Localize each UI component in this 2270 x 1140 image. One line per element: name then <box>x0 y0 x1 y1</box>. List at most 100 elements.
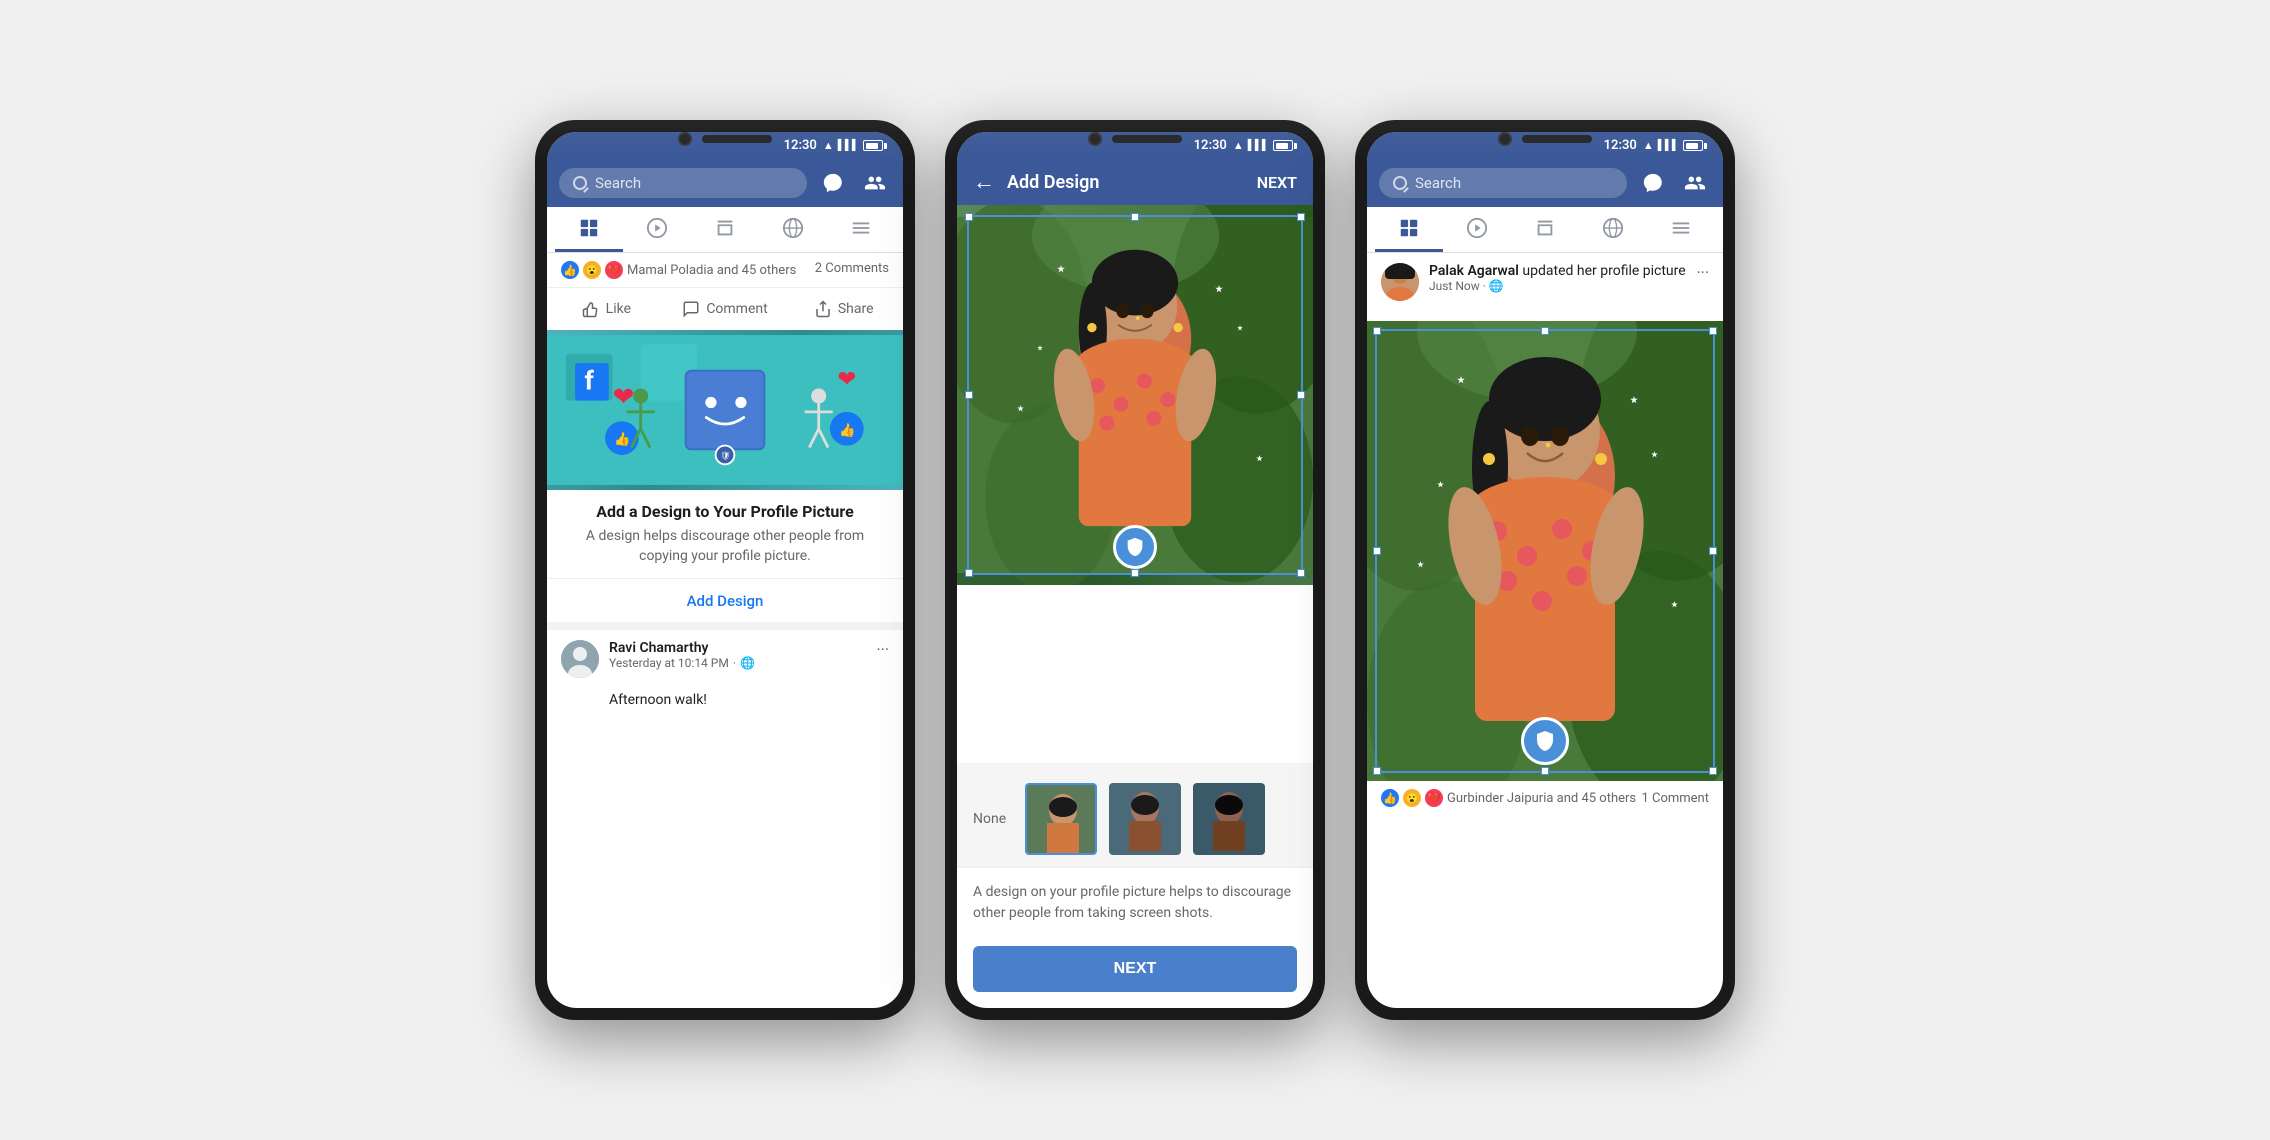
svg-text:🛡: 🛡 <box>720 451 731 462</box>
phones-container: 12:30 ▲ ▌▌▌ Search <box>535 120 1735 1020</box>
like-button-1[interactable]: Like <box>547 292 666 326</box>
mini-post-content-1: Afternoon walk! <box>547 688 903 718</box>
phone-3-bottom-reactions: 👍 😮 ❤️ Gurbinder Jaipuria and 45 others … <box>1367 781 1723 815</box>
comment-button-1[interactable]: Comment <box>666 292 785 326</box>
phone-2: 12:30 ▲ ▌▌▌ ← Add Design NEXT <box>945 120 1325 1020</box>
phone-2-filter-strip: None <box>957 763 1313 868</box>
phone-2-promo-text: A design on your profile picture helps t… <box>957 868 1313 938</box>
mini-post-meta-1: Yesterday at 10:14 PM · 🌐 <box>609 656 866 670</box>
search-icon-3 <box>1393 176 1407 190</box>
phone-2-time: 12:30 <box>1194 138 1227 153</box>
mini-post-info-1: Ravi Chamarthy Yesterday at 10:14 PM · 🌐 <box>609 640 866 670</box>
update-name-3: Palak Agarwal updated her profile pictur… <box>1429 263 1686 279</box>
reaction-icons-1: 👍 😮 ❤️ Mamal Poladia and 45 others <box>561 261 796 279</box>
nav-tab-newsfeed-1[interactable] <box>555 207 623 252</box>
mini-post-name-1: Ravi Chamarthy <box>609 640 866 656</box>
promo-title-1: Add a Design to Your Profile Picture <box>563 502 887 521</box>
nav-tab-video-1[interactable] <box>623 207 691 252</box>
wow-icon: 😮 <box>583 261 601 279</box>
nav-tab-menu-3[interactable] <box>1647 207 1715 252</box>
next-header-btn-2[interactable]: NEXT <box>1257 173 1297 192</box>
people-icon-3[interactable] <box>1679 167 1711 199</box>
nav-tab-marketplace-3[interactable] <box>1511 207 1579 252</box>
phone-1-mini-post: Ravi Chamarthy Yesterday at 10:14 PM · 🌐… <box>547 630 903 688</box>
phone-3-inner: 12:30 ▲ ▌▌▌ Search <box>1367 132 1723 1008</box>
nav-tab-marketplace-1[interactable] <box>691 207 759 252</box>
phone-1-inner: 12:30 ▲ ▌▌▌ Search <box>547 132 903 1008</box>
wifi-icon-3: ▲ <box>1643 139 1654 152</box>
filter-none-label-2: None <box>973 811 1013 827</box>
phone-1-search-bar[interactable]: Search <box>559 168 807 198</box>
people-icon[interactable] <box>859 167 891 199</box>
phone-1-promo-image: f ❤ ❤ 👍 👍 <box>547 330 903 490</box>
svg-text:f: f <box>584 366 594 396</box>
shield-badge-2[interactable] <box>1113 525 1157 569</box>
svg-text:👍: 👍 <box>839 422 855 438</box>
like-label-1: Like <box>606 301 631 317</box>
large-photo-container-3 <box>1367 321 1723 781</box>
phone-1-promo-text: Add a Design to Your Profile Picture A d… <box>547 490 903 579</box>
more-icon-3[interactable]: ··· <box>1696 263 1709 282</box>
update-info-3: Palak Agarwal updated her profile pictur… <box>1429 263 1686 293</box>
like-icon-3: 👍 <box>1381 789 1399 807</box>
nav-tab-globe-1[interactable] <box>759 207 827 252</box>
wow-icon-3: 😮 <box>1403 789 1421 807</box>
phone-3-search-bar[interactable]: Search <box>1379 168 1627 198</box>
phone-1-status-icons: ▲ ▌▌▌ <box>823 139 887 152</box>
filter-thumb-2-2[interactable] <box>1109 783 1181 855</box>
phone-3-top-bar <box>1498 132 1592 146</box>
design-header-left: ← Add Design <box>973 169 1099 195</box>
phone-3-speaker <box>1522 135 1592 143</box>
share-label-1: Share <box>838 301 874 317</box>
love-icon: ❤️ <box>605 261 623 279</box>
phone-2-speaker <box>1112 135 1182 143</box>
phone-1-promo-link[interactable]: Add Design <box>547 579 903 630</box>
signal-icon-3: ▌▌▌ <box>1658 140 1679 151</box>
phone-1-search-text: Search <box>595 174 641 192</box>
nav-tab-globe-3[interactable] <box>1579 207 1647 252</box>
comment-label-1: Comment <box>706 301 767 317</box>
phone-1-fb-header: Search <box>547 159 903 207</box>
messenger-icon[interactable] <box>817 167 849 199</box>
update-action-3: updated her profile picture <box>1522 263 1685 279</box>
battery-icon-2 <box>1273 140 1297 151</box>
reaction-icons-3: 👍 😮 ❤️ Gurbinder Jaipuria and 45 others <box>1381 789 1636 807</box>
search-icon <box>573 176 587 190</box>
phone-2-photo-area <box>957 205 1313 763</box>
update-meta-3: Just Now · 🌐 <box>1429 279 1686 293</box>
comments-count-3: 1 Comment <box>1641 791 1709 806</box>
mini-post-avatar-1 <box>561 640 599 678</box>
battery-icon <box>863 140 887 151</box>
promo-desc-1: A design helps discourage other people f… <box>563 527 887 566</box>
nav-tab-video-3[interactable] <box>1443 207 1511 252</box>
phone-3-nav-tabs <box>1367 207 1723 253</box>
phone-3-update-post: Palak Agarwal updated her profile pictur… <box>1367 253 1723 321</box>
phone-1-top-bar <box>678 132 772 146</box>
more-icon-1[interactable]: ··· <box>876 640 889 659</box>
phone-1-camera <box>678 132 692 146</box>
nav-tab-menu-1[interactable] <box>827 207 895 252</box>
back-button-2[interactable]: ← <box>973 169 995 195</box>
add-design-link-1[interactable]: Add Design <box>687 592 764 610</box>
phone-2-top-bar <box>1088 132 1182 146</box>
update-avatar-3 <box>1381 263 1419 301</box>
shield-badge-3[interactable] <box>1521 717 1569 765</box>
phone-3-camera <box>1498 132 1512 146</box>
update-globe-icon-3: 🌐 <box>1489 279 1504 293</box>
profile-photo-2 <box>957 205 1313 585</box>
filter-thumb-1-2[interactable] <box>1025 783 1097 855</box>
phone-3-time: 12:30 <box>1604 138 1637 153</box>
messenger-icon-3[interactable] <box>1637 167 1669 199</box>
phone-1-nav-tabs <box>547 207 903 253</box>
phone-3: 12:30 ▲ ▌▌▌ Search <box>1355 120 1735 1020</box>
phone-1-reactions: 👍 😮 ❤️ Mamal Poladia and 45 others 2 Com… <box>547 253 903 288</box>
phone-1-time: 12:30 <box>784 138 817 153</box>
phone-3-large-photo <box>1367 321 1723 781</box>
filter-thumb-3-2[interactable] <box>1193 783 1265 855</box>
nav-tab-newsfeed-3[interactable] <box>1375 207 1443 252</box>
globe-icon-1: 🌐 <box>740 656 755 670</box>
phone-1-post-actions: Like Comment Share <box>547 288 903 330</box>
next-button-2[interactable]: NEXT <box>973 946 1297 992</box>
share-button-1[interactable]: Share <box>784 292 903 326</box>
svg-text:❤: ❤ <box>837 367 856 393</box>
